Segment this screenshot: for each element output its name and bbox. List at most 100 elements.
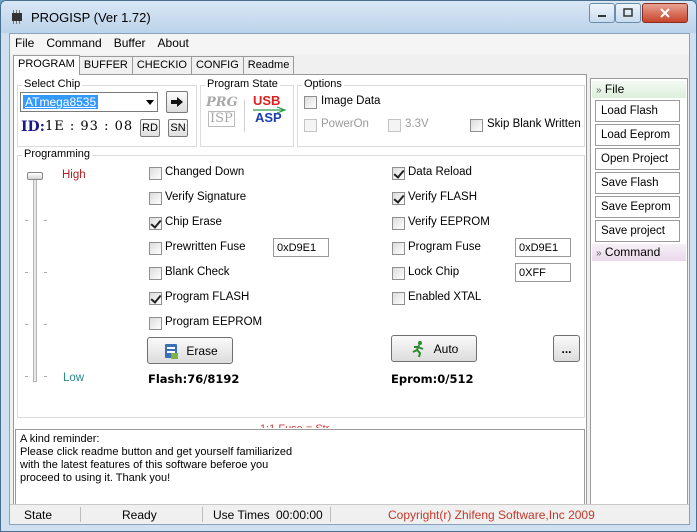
verify-flash-checkbox[interactable] (392, 192, 405, 205)
power-on-checkbox[interactable] (304, 119, 317, 132)
sidebar-command-label: Command (604, 245, 661, 259)
program-fuse-checkbox[interactable] (392, 242, 405, 255)
blank-check-label: Blank Check (165, 266, 230, 278)
prewritten-fuse-input[interactable]: 0xD9E1 (273, 238, 329, 257)
tab-buffer[interactable]: BUFFER (78, 56, 133, 75)
chip-id-value: 1E : 93 : 08 (45, 119, 134, 134)
confirm-chip-button[interactable] (166, 91, 188, 113)
eraser-icon (165, 343, 179, 359)
data-reload-label: Data Reload (408, 166, 472, 178)
chip-select[interactable]: ATmega8535 (20, 92, 158, 112)
data-reload-checkbox[interactable] (392, 167, 405, 180)
log-line: Please click readme button and get yours… (20, 446, 293, 458)
slider-tick (25, 272, 28, 273)
state-value: Ready (122, 508, 157, 522)
menu-about[interactable]: About (152, 34, 195, 54)
sidebar-file-label: File (604, 82, 625, 96)
close-button[interactable] (642, 3, 688, 23)
rd-button[interactable]: RD (140, 119, 160, 137)
status-bar: State Ready Use Times 00:00:00 Copyright… (10, 504, 689, 524)
log-line: with the latest features of this softwar… (20, 459, 269, 471)
log-line: A kind reminder: (20, 433, 100, 445)
app-window: PROGISP (Ver 1.72) File Command Buffer A… (0, 0, 697, 532)
status-separator (202, 507, 203, 522)
log-line: proceed to using it. Thank you! (20, 472, 171, 484)
minimize-button[interactable] (589, 3, 615, 23)
save-project-button[interactable]: Save project (595, 220, 680, 242)
sidebar-file-header[interactable]: » File (592, 81, 686, 98)
status-separator (330, 507, 331, 522)
enabled-xtal-checkbox[interactable] (392, 292, 405, 305)
message-log[interactable]: A kind reminder: Please click readme but… (15, 429, 585, 512)
load-flash-button[interactable]: Load Flash (595, 100, 680, 122)
blank-check-checkbox[interactable] (149, 267, 162, 280)
isp-text: ISP (208, 111, 235, 127)
load-eeprom-button[interactable]: Load Eeprom (595, 124, 680, 146)
sidebar-command-header[interactable]: » Command (592, 244, 686, 261)
voltage-3v3-checkbox[interactable] (388, 119, 401, 132)
maximize-icon (623, 8, 633, 17)
menu-file[interactable]: File (10, 34, 40, 54)
use-times-value: 00:00:00 (276, 508, 323, 522)
slider-tick (25, 324, 28, 325)
slider-tick (44, 220, 47, 221)
program-eeprom-checkbox[interactable] (149, 317, 162, 330)
usb-trident-icon (253, 106, 287, 114)
lock-chip-checkbox[interactable] (392, 267, 405, 280)
double-chevron-right-icon: » (596, 248, 602, 259)
verify-flash-label: Verify FLASH (408, 191, 478, 203)
lock-chip-label: Lock Chip (408, 266, 460, 278)
program-flash-checkbox[interactable] (149, 292, 162, 305)
tab-strip: PROGRAM BUFFER CHECKIO CONFIG Readme (13, 55, 295, 75)
tab-readme[interactable]: Readme (242, 56, 295, 75)
slider-tick (44, 376, 47, 377)
prewritten-fuse-checkbox[interactable] (149, 242, 162, 255)
enabled-xtal-label: Enabled XTAL (408, 291, 482, 303)
client-area: File Command Buffer About PROGRAM BUFFER… (9, 33, 690, 525)
select-chip-group: Select Chip ATmega8535 ID: 1E : 93 : 08 … (17, 78, 197, 147)
state-label: State (24, 508, 53, 522)
erase-button[interactable]: Erase (147, 337, 233, 364)
chip-erase-checkbox[interactable] (149, 217, 162, 230)
menu-buffer[interactable]: Buffer (108, 34, 152, 54)
program-fuse-input[interactable]: 0xD9E1 (515, 238, 571, 257)
save-eeprom-button[interactable]: Save Eeprom (595, 196, 680, 218)
maximize-button[interactable] (615, 3, 641, 23)
skip-blank-label: Skip Blank Written (487, 118, 581, 130)
prg-isp-logo: PRG ISP (205, 93, 239, 137)
more-options-button[interactable]: ... (553, 335, 580, 362)
usb-asp-logo: USB ASP (251, 92, 291, 136)
program-eeprom-label: Program EEPROM (165, 316, 263, 328)
tab-program[interactable]: PROGRAM (13, 55, 80, 75)
window-title: PROGISP (Ver 1.72) (31, 10, 151, 25)
open-project-button[interactable]: Open Project (595, 148, 680, 170)
tab-checkio[interactable]: CHECKIO (131, 56, 192, 75)
high-speed-label: High (62, 169, 86, 181)
slider-tick (44, 272, 47, 273)
image-data-checkbox[interactable] (304, 96, 317, 109)
speed-slider-thumb[interactable] (27, 172, 43, 180)
options-group: Options Image Data PowerOn 3.3V Skip Bla… (297, 78, 585, 147)
lock-chip-input[interactable]: 0XFF (515, 263, 571, 282)
title-bar[interactable]: PROGISP (Ver 1.72) (1, 1, 696, 33)
changed-down-label: Changed Down (165, 166, 245, 178)
verify-eeprom-checkbox[interactable] (392, 217, 405, 230)
running-man-icon (412, 340, 424, 357)
close-icon (660, 8, 670, 18)
auto-button[interactable]: Auto (391, 335, 477, 362)
sn-button[interactable]: SN (168, 119, 188, 137)
skip-blank-checkbox[interactable] (470, 119, 483, 132)
verify-eeprom-label: Verify EEPROM (408, 216, 490, 228)
tab-config[interactable]: CONFIG (190, 56, 244, 75)
save-flash-button[interactable]: Save Flash (595, 172, 680, 194)
speed-slider-track[interactable] (33, 176, 37, 382)
programming-label: Programming (22, 148, 93, 160)
low-speed-label: Low (63, 372, 85, 384)
verify-signature-checkbox[interactable] (149, 192, 162, 205)
voltage-3v3-label: 3.3V (405, 118, 429, 130)
slider-tick (25, 220, 28, 221)
menu-command[interactable]: Command (40, 34, 107, 54)
changed-down-checkbox[interactable] (149, 167, 162, 180)
select-chip-label: Select Chip (22, 78, 83, 90)
file-sidebar: » File Load Flash Load Eeprom Open Proje… (590, 78, 688, 518)
